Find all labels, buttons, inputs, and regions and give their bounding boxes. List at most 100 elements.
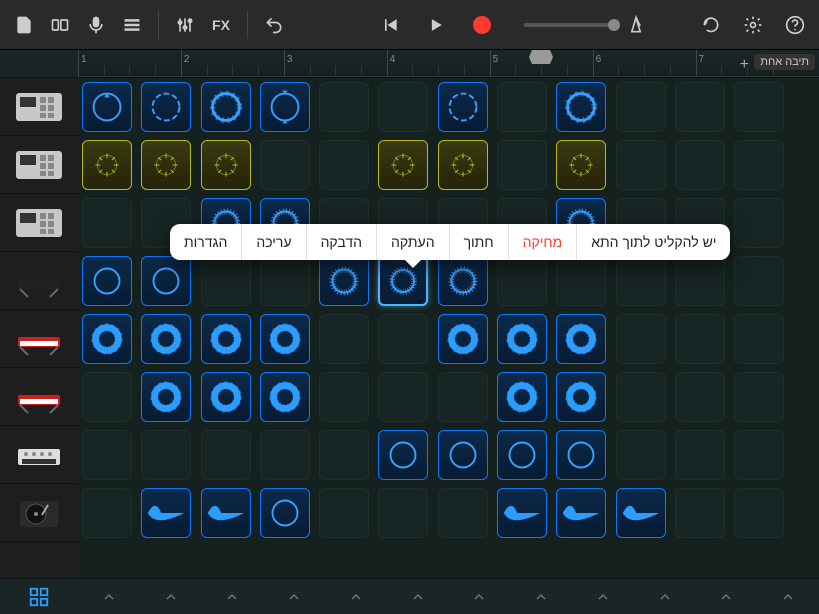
empty-cell[interactable] [260,430,310,480]
loop-cell[interactable] [141,256,191,306]
empty-cell[interactable] [734,488,784,538]
context-menu-item[interactable]: עריכה [241,224,305,260]
empty-cell[interactable] [675,430,725,480]
loop-cell[interactable] [260,314,310,364]
context-menu-item[interactable]: הדבקה [306,224,376,260]
empty-cell[interactable] [497,256,547,306]
loop-button[interactable] [697,11,725,39]
empty-cell[interactable] [675,314,725,364]
column-trigger[interactable] [757,579,819,614]
empty-cell[interactable] [675,256,725,306]
grid-view-button[interactable] [118,11,146,39]
volume-slider[interactable] [524,23,614,27]
empty-cell[interactable] [734,140,784,190]
empty-cell[interactable] [556,256,606,306]
empty-cell[interactable] [378,488,428,538]
empty-cell[interactable] [616,82,666,132]
empty-cell[interactable] [616,430,666,480]
loop-cell[interactable] [201,314,251,364]
loop-cell[interactable] [497,314,547,364]
empty-cell[interactable] [734,256,784,306]
empty-cell[interactable] [616,140,666,190]
loop-cell[interactable] [82,140,132,190]
loop-cell[interactable] [201,82,251,132]
empty-cell[interactable] [319,430,369,480]
loop-cell[interactable] [319,256,369,306]
column-trigger[interactable] [510,579,572,614]
loop-cell[interactable] [497,488,547,538]
empty-cell[interactable] [378,82,428,132]
loop-cell[interactable] [141,488,191,538]
empty-cell[interactable] [734,314,784,364]
view-toggle-button[interactable] [46,11,74,39]
loop-cell[interactable] [201,140,251,190]
context-menu-item[interactable]: העתקה [376,224,449,260]
track-header-drum-machine-3[interactable] [0,194,78,252]
loop-cell[interactable] [438,256,488,306]
loop-cell[interactable] [378,430,428,480]
metronome-button[interactable] [622,11,650,39]
context-menu-item[interactable]: חתוך [449,224,508,260]
track-header-drum-machine-2[interactable] [0,136,78,194]
loop-cell[interactable] [141,140,191,190]
record-button[interactable] [468,11,496,39]
empty-cell[interactable] [141,430,191,480]
loop-cell[interactable] [438,140,488,190]
column-trigger[interactable] [634,579,696,614]
empty-cell[interactable] [260,256,310,306]
empty-cell[interactable] [260,140,310,190]
empty-cell[interactable] [319,140,369,190]
fx-button[interactable]: FX [207,11,235,39]
loop-cell[interactable] [141,82,191,132]
empty-cell[interactable] [438,488,488,538]
loop-cell[interactable] [556,82,606,132]
empty-cell[interactable] [82,430,132,480]
empty-cell[interactable] [201,256,251,306]
column-trigger[interactable] [140,579,202,614]
loop-cell[interactable] [438,314,488,364]
empty-cell[interactable] [616,256,666,306]
column-trigger[interactable] [78,579,140,614]
live-loops-edit-button[interactable] [0,579,78,614]
empty-cell[interactable] [497,140,547,190]
track-header-keyboard-2[interactable] [0,310,78,368]
empty-cell[interactable] [82,488,132,538]
empty-cell[interactable] [734,430,784,480]
empty-cell[interactable] [734,82,784,132]
loop-cell[interactable] [260,82,310,132]
loop-cell[interactable] [82,256,132,306]
empty-cell[interactable] [675,140,725,190]
track-header-keyboard-1[interactable] [0,252,78,310]
empty-cell[interactable] [201,430,251,480]
undo-button[interactable] [260,11,288,39]
loop-cell[interactable] [556,140,606,190]
track-header-drum-machine-1[interactable] [0,78,78,136]
empty-cell[interactable] [438,372,488,422]
loop-cell[interactable] [497,372,547,422]
column-trigger[interactable] [696,579,758,614]
loop-cell[interactable] [438,82,488,132]
empty-cell[interactable] [616,314,666,364]
column-trigger[interactable] [449,579,511,614]
track-header-turntable[interactable] [0,484,78,542]
loop-cell[interactable] [141,314,191,364]
play-button[interactable] [422,11,450,39]
loop-cell[interactable] [82,314,132,364]
loop-cell[interactable] [556,372,606,422]
loop-cell[interactable] [616,488,666,538]
track-header-keyboard-3[interactable] [0,368,78,426]
loop-cell[interactable] [260,488,310,538]
context-menu-item[interactable]: מחיקה [508,224,577,260]
settings-button[interactable] [739,11,767,39]
loop-cell[interactable] [201,488,251,538]
empty-cell[interactable] [319,488,369,538]
cycle-marker[interactable] [529,50,553,64]
loop-cell[interactable] [141,372,191,422]
loop-cell[interactable] [82,82,132,132]
loop-cell[interactable] [260,372,310,422]
empty-cell[interactable] [675,372,725,422]
timeline-ruler[interactable]: + תיבה אחת 1234567 [78,50,819,77]
loop-cell[interactable] [497,430,547,480]
column-trigger[interactable] [202,579,264,614]
column-trigger[interactable] [387,579,449,614]
